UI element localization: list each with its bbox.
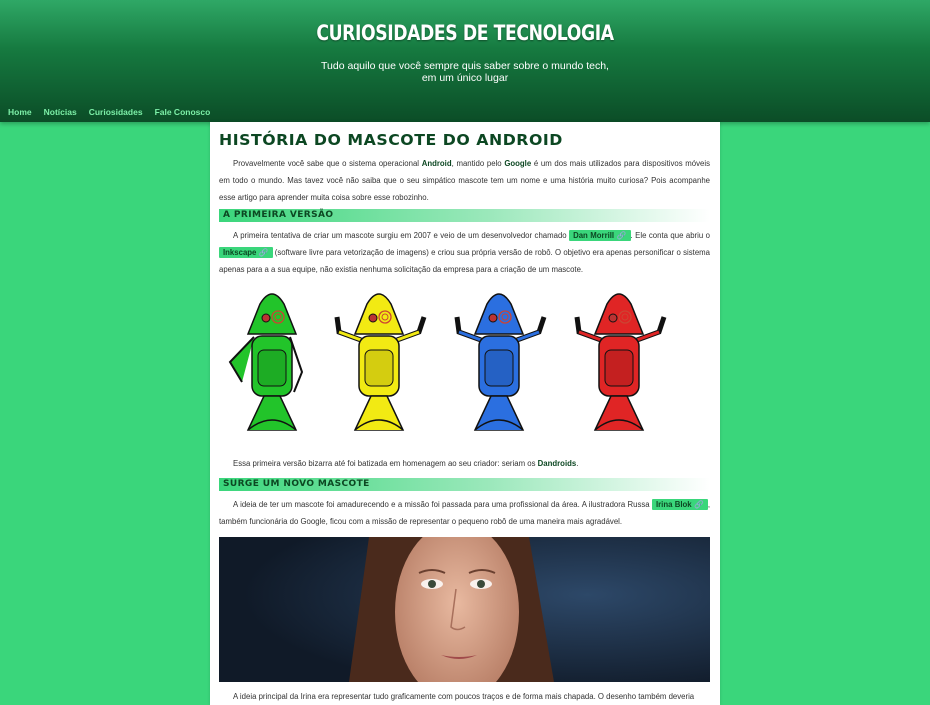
s1-text-2: . Ele conta que abriu o (630, 231, 710, 240)
dandroid-robot (574, 293, 667, 431)
section1-paragraph: A primeira tentativa de criar um mascote… (219, 227, 710, 278)
dandroid-robot (334, 293, 427, 431)
site-header: CURIOSIDADES DE TECNOLOGIA Tudo aquilo q… (0, 0, 930, 122)
caption-paragraph: Essa primeira versão bizarra até foi bat… (219, 455, 710, 472)
link-inkscape[interactable]: Inkscape 🔗 (219, 247, 273, 258)
s1-text-3: (software livre para vetorização de imag… (219, 248, 710, 274)
section2-paragraph: A ideia de ter um mascote foi amadurecen… (219, 496, 710, 530)
dandroid-robot (454, 293, 547, 431)
link-irina-blok[interactable]: Irina Blok 🔗 (651, 499, 708, 510)
link-dan-morrill[interactable]: Dan Morrill 🔗 (569, 230, 631, 241)
article-title: HISTÓRIA DO MASCOTE DO ANDROID (219, 131, 563, 149)
intro-text-2: , mantido pelo (451, 159, 505, 168)
caption-end: . (576, 459, 579, 468)
section-heading-text: SURGE UM NOVO MASCOTE (223, 479, 370, 489)
section-heading-novo-mascote: SURGE UM NOVO MASCOTE (219, 478, 710, 491)
portrait-image (219, 537, 710, 682)
dandroid-robot (228, 293, 304, 431)
site-title: CURIOSIDADES DE TECNOLOGIA (316, 21, 614, 45)
caption-text: Essa primeira versão bizarra até foi bat… (233, 459, 538, 468)
intro-paragraph: Provavelmente você sabe que o sistema op… (219, 155, 710, 206)
dandroids-illustration (228, 293, 667, 431)
section-heading-primeira-versao: A PRIMEIRA VERSÃO (219, 209, 710, 222)
intro-text-1: Provavelmente você sabe que o sistema op… (233, 159, 422, 168)
nav-home[interactable]: Home (8, 107, 32, 117)
caption-dandroids: Dandroids (537, 459, 577, 468)
main-nav: Home Notícias Curiosidades Fale Conosco (8, 107, 222, 117)
irina-blok-photo (219, 537, 710, 682)
nav-curiosidades[interactable]: Curiosidades (89, 107, 143, 117)
section-heading-text: A PRIMEIRA VERSÃO (223, 210, 334, 220)
intro-android: Android (421, 159, 452, 168)
nav-fale-conosco[interactable]: Fale Conosco (155, 107, 211, 117)
section2-paragraph-2: A ideia principal da Irina era represent… (233, 692, 695, 701)
article-container: HISTÓRIA DO MASCOTE DO ANDROID Provavelm… (210, 122, 720, 705)
s1-text-1: A primeira tentativa de criar um mascote… (233, 231, 570, 240)
intro-google: Google (504, 159, 532, 168)
nav-noticias[interactable]: Notícias (44, 107, 77, 117)
site-subtitle: Tudo aquilo que você sempre quis saber s… (321, 60, 609, 84)
s2-text-1: A ideia de ter um mascote foi amadurecen… (233, 500, 652, 509)
